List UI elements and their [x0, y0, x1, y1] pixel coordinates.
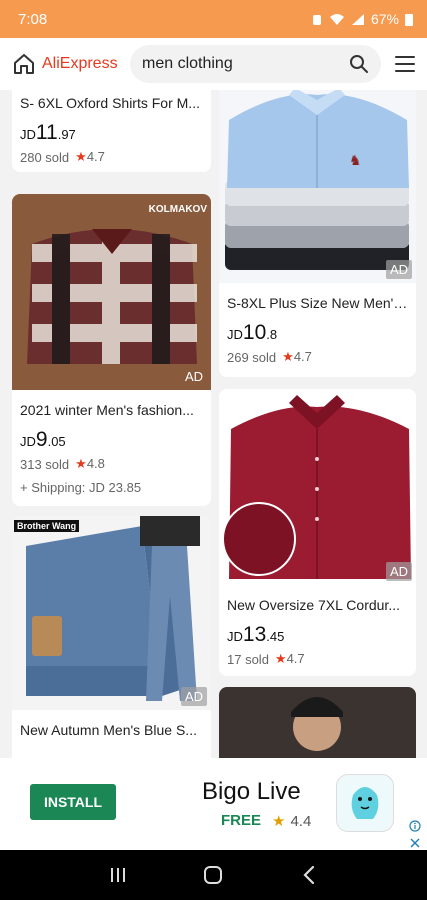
brand[interactable]: AliExpress: [12, 52, 130, 76]
adchoices-icon[interactable]: [409, 820, 421, 832]
product-feed[interactable]: S- 6XL Oxford Shirts For M... JD11.97 28…: [0, 90, 427, 758]
product-image[interactable]: AD: [219, 389, 416, 585]
burgundy-shirt-image: [219, 389, 416, 585]
product-price: JD10.8: [227, 321, 278, 344]
product-title: New Oversize 7XL Cordur...: [227, 597, 400, 613]
ad-badge: AD: [385, 562, 412, 581]
product-meta: 280 sold ★4.7: [12, 149, 211, 165]
product-card[interactable]: AD New Oversize 7XL Cordur... JD13.45 17…: [219, 389, 416, 676]
product-image[interactable]: Brother Wang AD: [12, 516, 211, 710]
battery-percent: 67%: [370, 11, 399, 27]
alarm-icon: [312, 14, 321, 25]
product-meta: 269 sold ★4.7: [219, 349, 416, 365]
signal-icon: [351, 13, 364, 25]
system-nav-bar: [0, 850, 427, 900]
product-meta: 313 sold ★4.8: [12, 456, 211, 472]
status-icons: 67%: [311, 11, 413, 27]
shipping-info: + Shipping: JD 23.85: [20, 480, 142, 495]
home-icon[interactable]: [12, 52, 36, 76]
battery-icon: [405, 13, 413, 26]
ad-badge: AD: [184, 369, 203, 384]
status-bar: 7:08 67%: [0, 0, 427, 38]
star-icon: ★: [272, 813, 286, 830]
sold-count: 280 sold: [20, 149, 70, 165]
brand-overlay: KOLMAKOV: [148, 204, 207, 215]
rating-value: 4.7: [293, 349, 312, 364]
rating-value: 4.7: [86, 149, 105, 164]
ad-price-free: FREE: [221, 812, 262, 829]
app-header: AliExpress: [0, 38, 427, 90]
svg-text:♞: ♞: [349, 152, 362, 168]
product-card[interactable]: Brother Wang AD New Autumn Men's Blue S.…: [12, 516, 211, 758]
product-title: New Autumn Men's Blue S...: [20, 722, 197, 738]
star-icon: ★: [274, 651, 287, 666]
ad-badge: AD: [385, 260, 412, 279]
bigo-mascot-icon: [351, 787, 379, 819]
menu-icon[interactable]: [393, 52, 417, 76]
jeans-image: [12, 516, 211, 710]
ad-app-name[interactable]: Bigo Live: [202, 778, 301, 806]
product-price: JD13.45: [227, 623, 285, 646]
product-title: S-8XL Plus Size New Men's ...: [227, 295, 416, 311]
product-title: 2021 winter Men's fashion...: [20, 402, 194, 418]
home-button-icon[interactable]: [198, 860, 228, 890]
shirt-stack-image: ♞: [219, 90, 416, 283]
ad-close-icon[interactable]: [410, 838, 420, 848]
status-time: 7:08: [18, 10, 48, 28]
product-card[interactable]: S- 6XL Oxford Shirts For M... JD11.97 28…: [12, 90, 211, 172]
rating-value: 4.7: [286, 651, 305, 666]
plaid-shirt-image: [12, 194, 211, 390]
product-title: S- 6XL Oxford Shirts For M...: [20, 95, 200, 111]
product-price: JD11.97: [20, 121, 76, 144]
wifi-icon: [329, 13, 344, 25]
ad-rating: ★ 4.4: [272, 812, 312, 831]
product-image[interactable]: [219, 687, 416, 758]
star-icon: ★: [75, 456, 87, 471]
ad-rating-value: 4.4: [290, 812, 312, 830]
ad-badge: AD: [180, 687, 207, 706]
product-card[interactable]: KOLMAKOV AD 2021 winter Men's fashion...…: [12, 194, 211, 506]
sold-count: 313 sold: [20, 456, 70, 472]
search-input[interactable]: [142, 55, 349, 73]
install-button[interactable]: INSTALL: [30, 784, 116, 820]
sold-count: 269 sold: [227, 349, 277, 365]
rating-value: 4.8: [86, 456, 105, 471]
search-box[interactable]: [130, 45, 381, 83]
search-icon[interactable]: [349, 54, 369, 74]
recent-apps-icon[interactable]: [103, 860, 133, 890]
product-card[interactable]: [219, 687, 416, 758]
star-icon: ★: [75, 149, 87, 164]
star-icon: ★: [282, 349, 294, 364]
product-image[interactable]: KOLMAKOV AD: [12, 194, 211, 390]
sold-count: 17 sold: [227, 651, 269, 667]
ad-app-icon[interactable]: [336, 774, 394, 832]
back-icon[interactable]: [294, 860, 324, 890]
product-card[interactable]: ♞ AD S-8XL Plus Size New Men's ... JD10.…: [219, 90, 416, 377]
product-image[interactable]: ♞ AD: [219, 90, 416, 283]
brand-logo[interactable]: AliExpress: [42, 55, 118, 73]
product-price: JD9.05: [20, 428, 66, 451]
ad-banner[interactable]: INSTALL Bigo Live FREE ★ 4.4: [0, 758, 427, 850]
man-photo-image: [219, 687, 416, 758]
product-meta: 17 sold ★4.7: [219, 651, 416, 667]
brand-overlay: Brother Wang: [14, 520, 80, 532]
